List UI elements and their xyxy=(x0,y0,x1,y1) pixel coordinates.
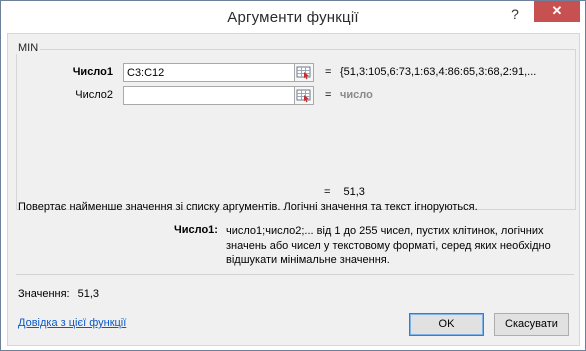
formula-result-value: 51,3 xyxy=(343,186,365,198)
close-button[interactable]: ✕ xyxy=(534,1,580,22)
dialog-body: MIN Число1 = {51,3:105,6:73,1:63,4:86:65… xyxy=(7,33,580,346)
ok-button[interactable]: OK xyxy=(409,313,484,336)
value-line: Значення: 51,3 xyxy=(18,288,99,300)
arg1-input[interactable] xyxy=(123,63,295,82)
arg1-result: {51,3:105,6:73,1:63,4:86:65,3:68,2:91,..… xyxy=(340,66,537,78)
function-help-link[interactable]: Довідка з цієї функції xyxy=(18,317,126,329)
value-label: Значення: xyxy=(18,288,70,300)
range-select-icon xyxy=(296,89,311,103)
arg2-collapse-button[interactable] xyxy=(294,86,314,105)
title-bar: Аргументи функції ? ✕ xyxy=(1,1,585,33)
formula-result-equals: = xyxy=(324,186,331,198)
range-select-icon xyxy=(296,66,311,80)
arg2-label: Число2 xyxy=(75,89,113,101)
value-text: 51,3 xyxy=(77,288,100,300)
arg1-collapse-button[interactable] xyxy=(294,63,314,82)
function-description: Повертає найменше значення зі списку арг… xyxy=(18,201,478,213)
function-name: MIN xyxy=(16,42,41,54)
arg2-equals: = xyxy=(325,89,332,101)
divider xyxy=(16,274,574,275)
cancel-button[interactable]: Скасувати xyxy=(494,313,569,336)
arg2-input[interactable] xyxy=(123,86,295,105)
help-button[interactable]: ? xyxy=(498,1,532,27)
formula-result: = 51,3 xyxy=(324,186,365,198)
argument-help-text: число1;число2;... від 1 до 255 чисел, пу… xyxy=(226,225,551,266)
arg1-equals: = xyxy=(325,66,332,78)
argument-help-name: Число1: xyxy=(174,224,218,236)
function-arguments-dialog: Аргументи функції ? ✕ MIN Число1 = {51,3… xyxy=(0,0,586,351)
arg1-label: Число1 xyxy=(72,66,113,78)
arg2-result: число xyxy=(340,89,373,101)
